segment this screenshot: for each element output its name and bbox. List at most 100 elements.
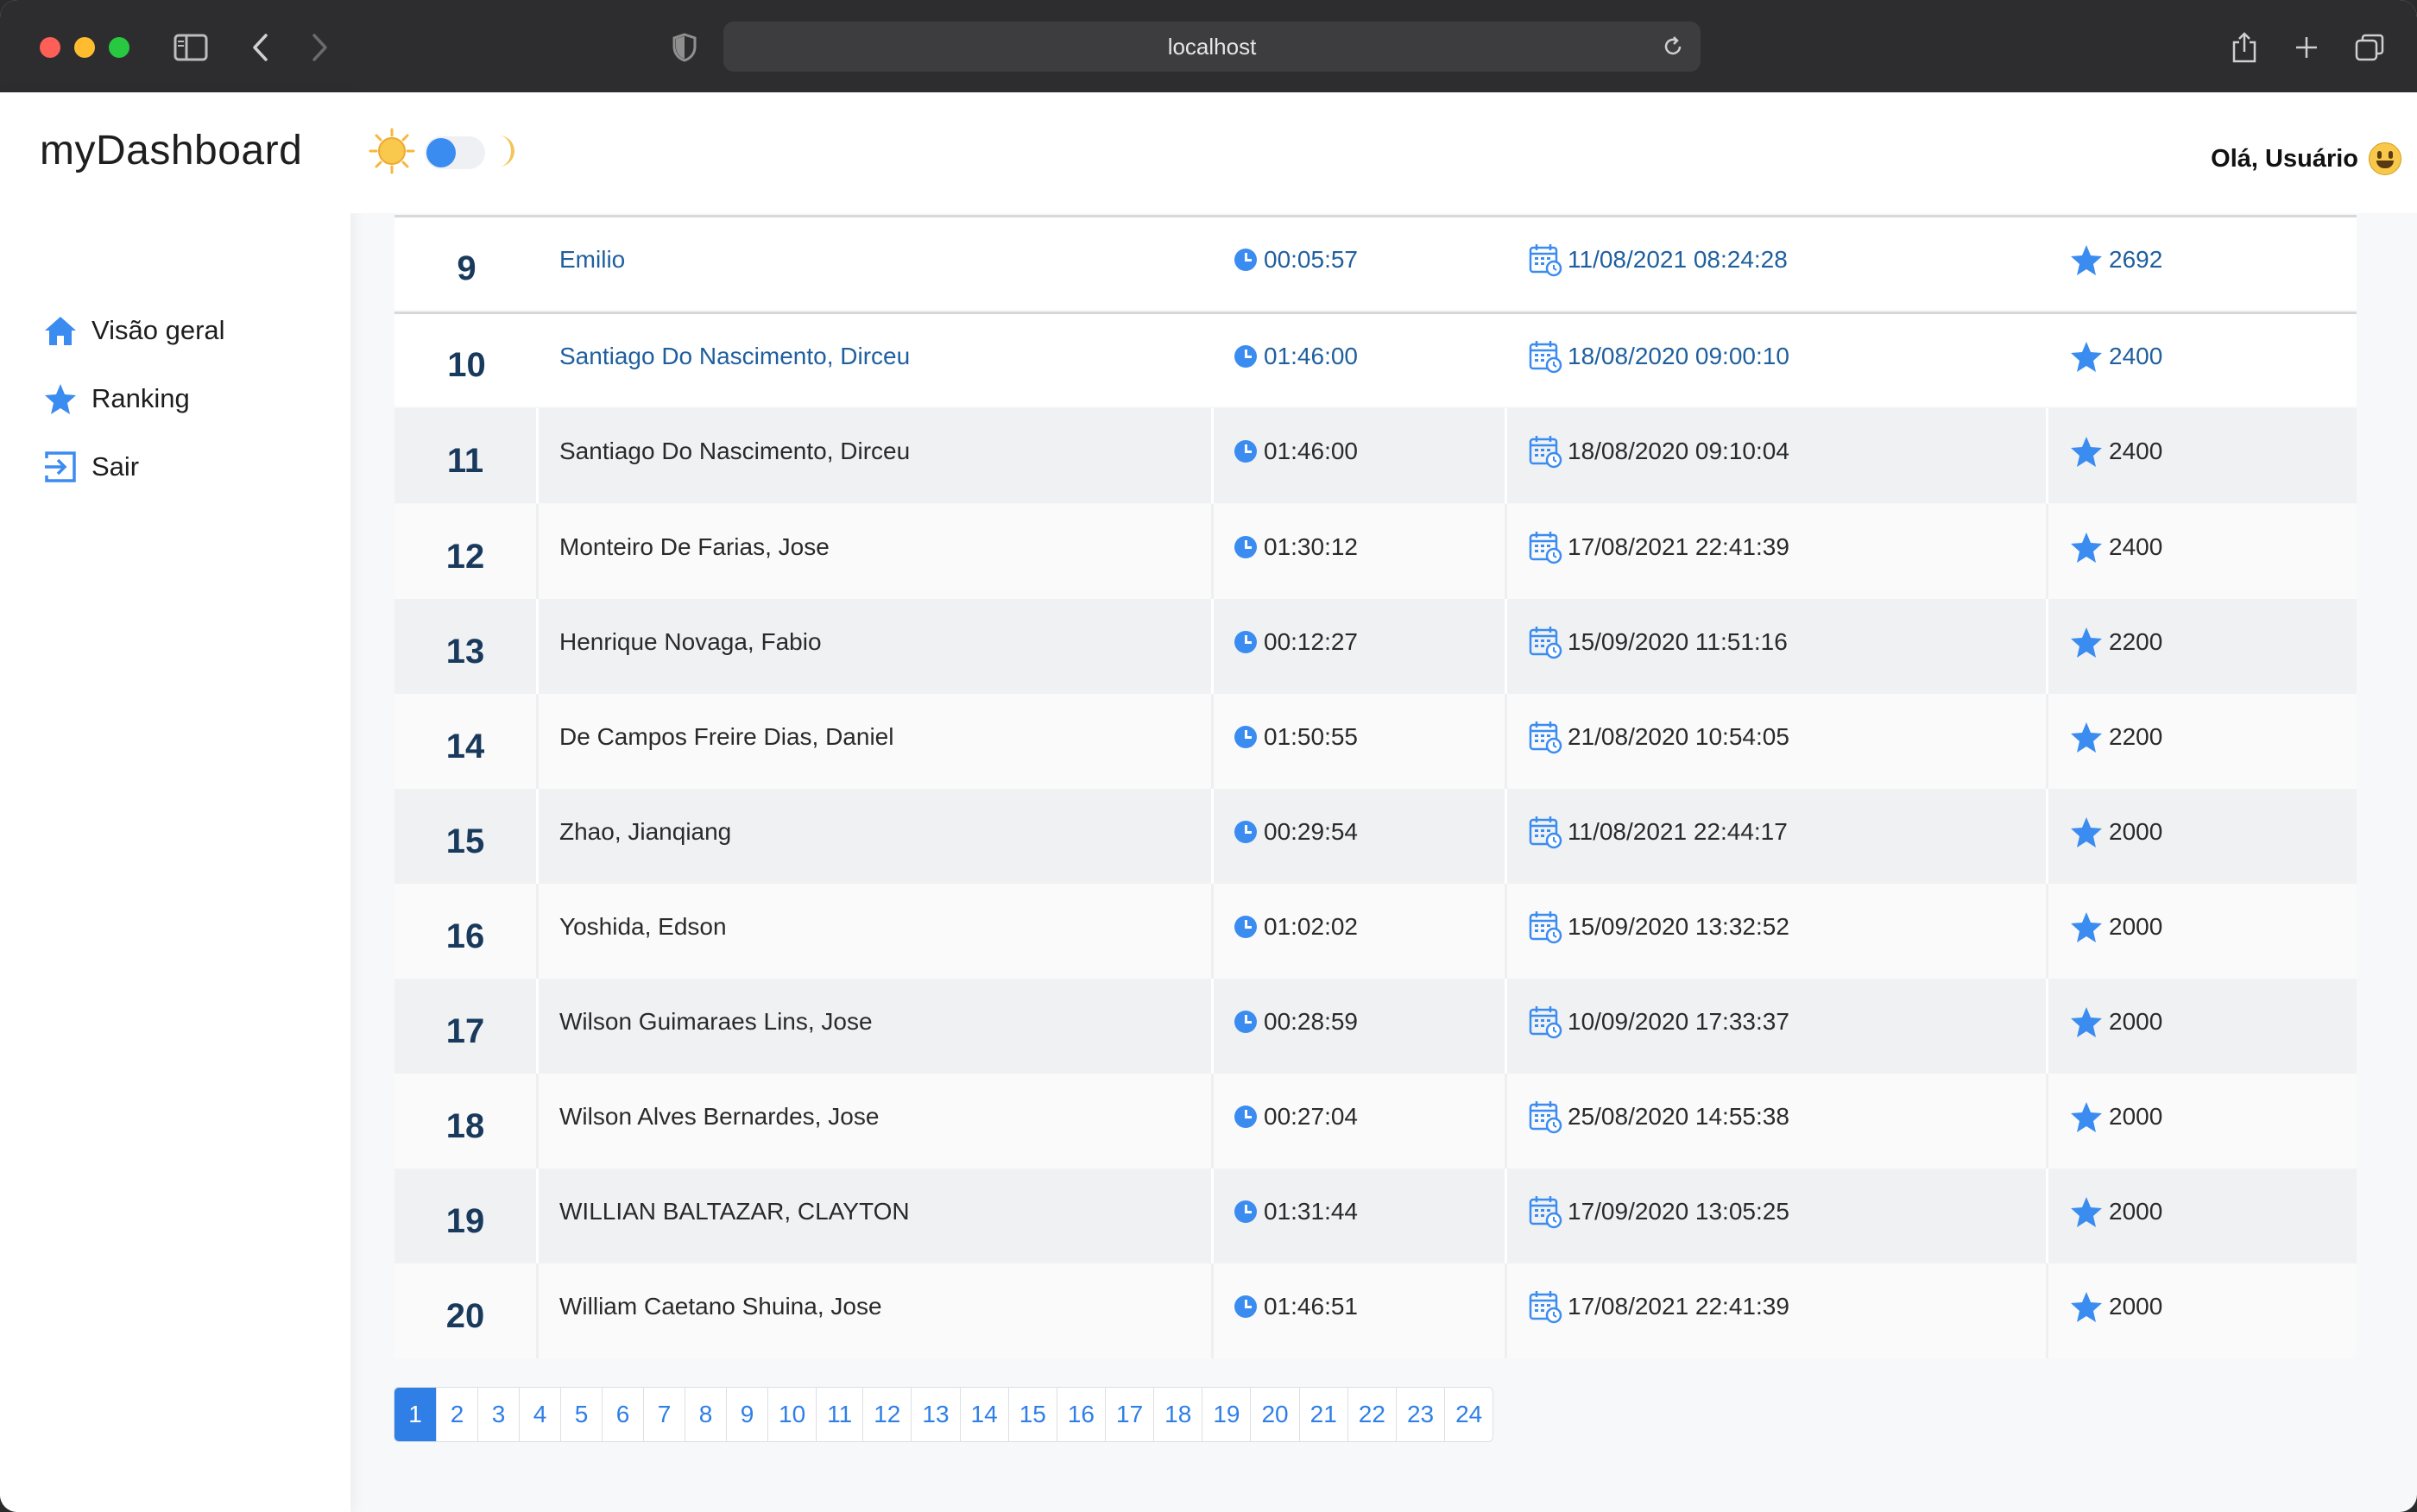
page-button-7[interactable]: 7 bbox=[643, 1388, 685, 1441]
page-button-13[interactable]: 13 bbox=[911, 1388, 959, 1441]
table-row[interactable]: 14 De Campos Freire Dias, Daniel 01:50:55 2… bbox=[394, 694, 2357, 789]
score-text: 2200 bbox=[2109, 628, 2163, 655]
date-text: 15/09/2020 11:51:16 bbox=[1568, 628, 1788, 655]
table-row[interactable]: 11 Santiago Do Nascimento, Dirceu 01:46:00… bbox=[394, 408, 2357, 503]
page-button-1[interactable]: 1 bbox=[394, 1388, 436, 1441]
table-row[interactable]: 20 William Caetano Shuina, Jose 01:46:51 17… bbox=[394, 1263, 2357, 1358]
table-row[interactable]: 10 Santiago Do Nascimento, Dirceu 01:46:00… bbox=[394, 312, 2357, 406]
score-cell: 2000 bbox=[2048, 1074, 2357, 1169]
privacy-shield-icon[interactable] bbox=[663, 26, 706, 69]
duration-cell: 01:31:44 bbox=[1214, 1169, 1507, 1263]
player-name: Henrique Novaga, Fabio bbox=[539, 599, 1214, 694]
date-cell: 11/08/2021 08:24:28 bbox=[1507, 217, 2048, 310]
rank-number: 10 bbox=[447, 346, 486, 384]
player-name[interactable]: Santiago Do Nascimento, Dirceu bbox=[539, 314, 1214, 406]
score-cell: 2400 bbox=[2048, 314, 2357, 406]
page-button-2[interactable]: 2 bbox=[436, 1388, 477, 1441]
date-text: 15/09/2020 13:32:52 bbox=[1568, 913, 1789, 940]
page-button-4[interactable]: 4 bbox=[519, 1388, 560, 1441]
minimize-window-button[interactable] bbox=[74, 37, 95, 58]
table-row[interactable]: 17 Wilson Guimaraes Lins, Jose 00:28:59 10/… bbox=[394, 979, 2357, 1074]
user-greeting[interactable]: Olá, Usuário bbox=[2211, 142, 2401, 175]
duration-text: 01:31:44 bbox=[1264, 1198, 1358, 1225]
calendar-clock-icon bbox=[1528, 625, 1562, 659]
sidebar-item-ranking[interactable]: Ranking bbox=[41, 377, 190, 420]
table-row[interactable]: 19 WILLIAN BALTAZAR, CLAYTON 01:31:44 17/09… bbox=[394, 1169, 2357, 1263]
page-button-23[interactable]: 23 bbox=[1395, 1388, 1444, 1441]
page-button-21[interactable]: 21 bbox=[1298, 1388, 1347, 1441]
theme-toggle[interactable] bbox=[368, 127, 521, 179]
rank-number: 14 bbox=[394, 694, 539, 789]
duration-text: 00:27:04 bbox=[1264, 1103, 1358, 1130]
duration-text: 00:29:54 bbox=[1264, 818, 1358, 845]
duration-text: 01:50:55 bbox=[1264, 723, 1358, 750]
forward-icon[interactable] bbox=[299, 26, 342, 69]
page-button-10[interactable]: 10 bbox=[767, 1388, 816, 1441]
page-button-17[interactable]: 17 bbox=[1105, 1388, 1153, 1441]
smiley-icon bbox=[2369, 142, 2401, 175]
player-name-text: WILLIAN BALTAZAR, CLAYTON bbox=[559, 1198, 910, 1225]
page-button-20[interactable]: 20 bbox=[1250, 1388, 1298, 1441]
duration-text: 01:46:51 bbox=[1264, 1293, 1358, 1320]
sidebar-item-sair[interactable]: Sair bbox=[41, 445, 139, 488]
star-icon bbox=[2069, 340, 2104, 373]
page-button-9[interactable]: 9 bbox=[726, 1388, 767, 1441]
player-name: WILLIAN BALTAZAR, CLAYTON bbox=[539, 1169, 1214, 1263]
clock-icon bbox=[1234, 1011, 1257, 1033]
page-button-15[interactable]: 15 bbox=[1007, 1388, 1057, 1441]
tab-overview-icon[interactable] bbox=[2348, 26, 2391, 69]
table-row[interactable]: 16 Yoshida, Edson 01:02:02 15/09/2020 13:32… bbox=[394, 884, 2357, 979]
page-button-24[interactable]: 24 bbox=[1444, 1388, 1492, 1441]
table-row[interactable]: 9 Emilio 00:05:57 11/08/2021 08:24:28 2692 bbox=[394, 215, 2357, 310]
page-button-19[interactable]: 19 bbox=[1202, 1388, 1250, 1441]
sidebar-item-visao-geral[interactable]: Visão geral bbox=[41, 309, 225, 352]
table-row[interactable]: 12 Monteiro De Farias, Jose 01:30:12 17/08/… bbox=[394, 504, 2357, 599]
rank-number: 19 bbox=[394, 1169, 539, 1263]
duration-cell: 00:29:54 bbox=[1214, 789, 1507, 884]
address-bar[interactable]: localhost bbox=[723, 22, 1701, 72]
score-text: 2000 bbox=[2109, 818, 2163, 845]
theme-switch[interactable] bbox=[425, 136, 485, 169]
calendar-clock-icon bbox=[1528, 1289, 1562, 1324]
greeting-text: Olá, Usuário bbox=[2211, 144, 2358, 173]
table-row[interactable]: 18 Wilson Alves Bernardes, Jose 00:27:04 25… bbox=[394, 1074, 2357, 1169]
duration-text: 01:02:02 bbox=[1264, 913, 1358, 940]
reload-icon[interactable] bbox=[1661, 35, 1685, 65]
page-button-3[interactable]: 3 bbox=[477, 1388, 519, 1441]
rank-number: 17 bbox=[394, 979, 539, 1074]
sign-out-icon bbox=[41, 448, 79, 486]
close-window-button[interactable] bbox=[40, 37, 60, 58]
player-name[interactable]: Emilio bbox=[539, 217, 1214, 310]
score-text: 2400 bbox=[2109, 342, 2163, 369]
sidebar-toggle-icon[interactable] bbox=[169, 26, 212, 69]
date-text: 21/08/2020 10:54:05 bbox=[1568, 723, 1789, 750]
page-button-11[interactable]: 11 bbox=[816, 1388, 862, 1441]
page-button-14[interactable]: 14 bbox=[959, 1388, 1008, 1441]
back-icon[interactable] bbox=[238, 26, 281, 69]
date-cell: 15/09/2020 11:51:16 bbox=[1507, 599, 2048, 694]
table-row[interactable]: 13 Henrique Novaga, Fabio 00:12:27 15/09/20… bbox=[394, 599, 2357, 694]
clock-icon bbox=[1234, 536, 1257, 558]
date-text: 18/08/2020 09:00:10 bbox=[1568, 342, 1789, 369]
page-button-12[interactable]: 12 bbox=[862, 1388, 911, 1441]
clock-icon bbox=[1234, 631, 1257, 653]
page-button-22[interactable]: 22 bbox=[1347, 1388, 1396, 1441]
brand-title: myDashboard bbox=[40, 128, 303, 173]
player-name-text: Yoshida, Edson bbox=[559, 913, 727, 940]
table-row[interactable]: 15 Zhao, Jianqiang 00:29:54 11/08/2021 22:4… bbox=[394, 789, 2357, 884]
rank-number: 15 bbox=[394, 789, 539, 884]
share-icon[interactable] bbox=[2223, 26, 2266, 69]
new-tab-icon[interactable] bbox=[2285, 26, 2328, 69]
duration-text: 00:28:59 bbox=[1264, 1008, 1358, 1035]
maximize-window-button[interactable] bbox=[109, 37, 129, 58]
page-button-6[interactable]: 6 bbox=[602, 1388, 643, 1441]
page-button-8[interactable]: 8 bbox=[685, 1388, 726, 1441]
page-button-18[interactable]: 18 bbox=[1153, 1388, 1202, 1441]
clock-icon bbox=[1234, 1106, 1257, 1128]
duration-cell: 01:46:00 bbox=[1214, 314, 1507, 406]
duration-text: 01:30:12 bbox=[1264, 533, 1358, 560]
score-cell: 2200 bbox=[2048, 694, 2357, 789]
page-button-16[interactable]: 16 bbox=[1056, 1388, 1105, 1441]
clock-icon bbox=[1234, 916, 1257, 938]
page-button-5[interactable]: 5 bbox=[560, 1388, 602, 1441]
